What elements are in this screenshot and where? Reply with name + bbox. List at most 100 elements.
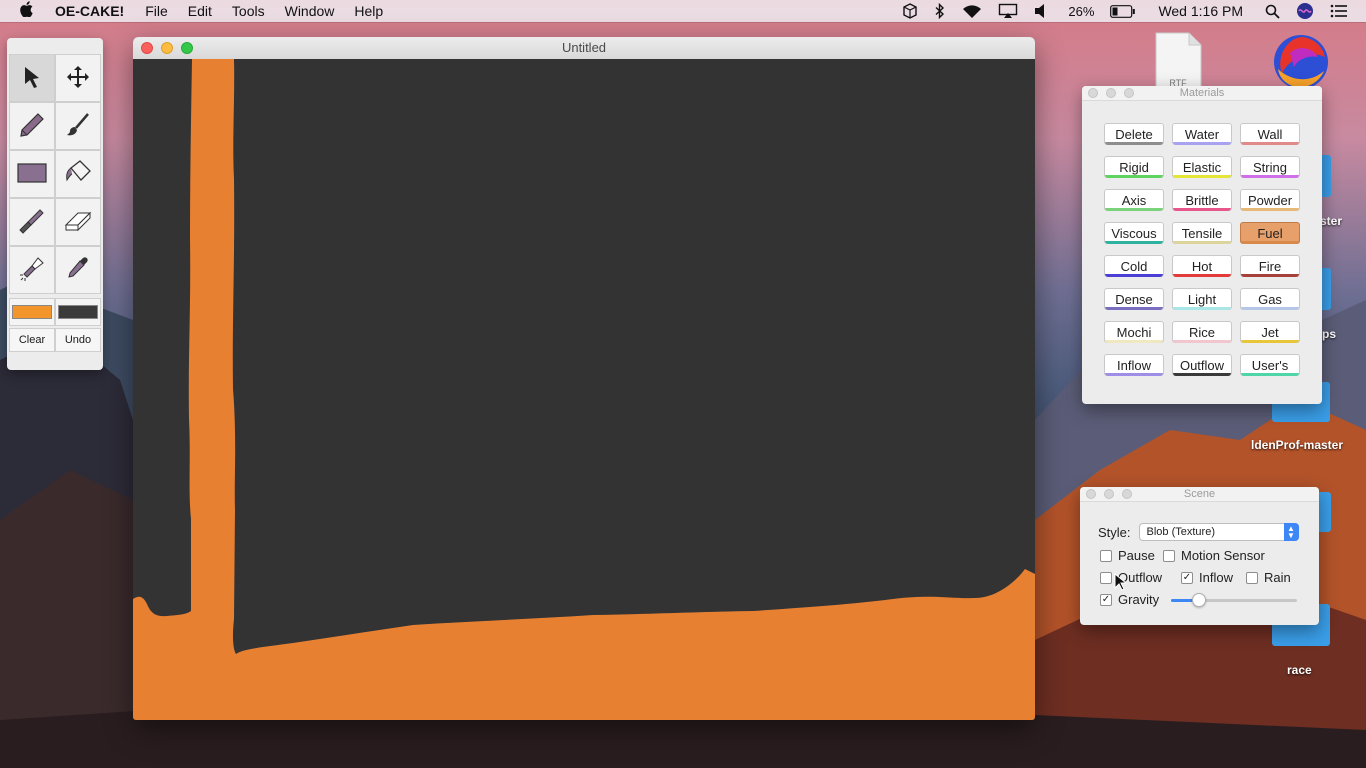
- material-button-viscous[interactable]: Viscous: [1104, 222, 1164, 244]
- desktop-folder-label[interactable]: ster: [1320, 214, 1342, 228]
- menu-edit[interactable]: Edit: [178, 3, 222, 19]
- move-tool[interactable]: [55, 54, 101, 102]
- wifi-icon[interactable]: [954, 4, 990, 19]
- material-button-rice[interactable]: Rice: [1172, 321, 1232, 343]
- material-button-users[interactable]: User's: [1240, 354, 1300, 376]
- material-button-brittle[interactable]: Brittle: [1172, 189, 1232, 211]
- pause-checkbox[interactable]: [1100, 549, 1112, 562]
- fill-bucket-tool[interactable]: [55, 150, 101, 198]
- box-icon[interactable]: [894, 3, 926, 19]
- flashlight-icon: [18, 255, 46, 286]
- style-select[interactable]: Blob (Texture) ▲ ▼: [1138, 523, 1299, 541]
- material-color-bar: [1173, 175, 1231, 178]
- material-button-delete[interactable]: Delete: [1104, 123, 1164, 145]
- material-button-fire[interactable]: Fire: [1240, 255, 1300, 277]
- simulation-canvas[interactable]: [133, 59, 1035, 720]
- material-button-tensile[interactable]: Tensile: [1172, 222, 1232, 244]
- gravity-label: Gravity: [1118, 592, 1160, 607]
- battery-icon[interactable]: [1102, 4, 1144, 18]
- material-label: Cold: [1120, 258, 1148, 274]
- tool-palette-titlebar[interactable]: [7, 38, 103, 52]
- menu-help[interactable]: Help: [344, 3, 393, 19]
- gravity-slider-knob[interactable]: [1191, 593, 1206, 607]
- material-color-bar: [1105, 307, 1163, 310]
- material-color-bar: [1241, 241, 1299, 244]
- material-button-inflow[interactable]: Inflow: [1104, 354, 1164, 376]
- select-tool[interactable]: [9, 54, 55, 102]
- notification-center-icon[interactable]: [1322, 4, 1356, 18]
- material-button-gas[interactable]: Gas: [1240, 288, 1300, 310]
- material-button-fuel[interactable]: Fuel: [1240, 222, 1300, 244]
- zoom-panel-button[interactable]: [1124, 88, 1134, 98]
- gravity-checkbox[interactable]: ✓: [1100, 593, 1112, 606]
- undo-button[interactable]: Undo: [55, 328, 101, 352]
- close-window-button[interactable]: [141, 42, 153, 54]
- secondary-color-swatch[interactable]: [55, 298, 101, 326]
- motion-sensor-checkbox[interactable]: [1163, 549, 1175, 562]
- materials-titlebar[interactable]: Materials: [1082, 86, 1322, 101]
- material-label: Fire: [1258, 258, 1282, 274]
- material-button-light[interactable]: Light: [1172, 288, 1232, 310]
- rain-checkbox[interactable]: [1246, 571, 1258, 584]
- materials-title: Materials: [1179, 87, 1225, 99]
- scene-titlebar[interactable]: Scene: [1080, 487, 1319, 502]
- material-button-mochi[interactable]: Mochi: [1104, 321, 1164, 343]
- battery-percent[interactable]: 26%: [1060, 4, 1102, 19]
- material-color-bar: [1173, 274, 1231, 277]
- pencil-tool[interactable]: [9, 102, 55, 150]
- materials-panel: Materials Delete Water Wall Rigid Elastic Str…: [1082, 86, 1322, 404]
- material-button-hot[interactable]: Hot: [1172, 255, 1232, 277]
- desktop-folder-label[interactable]: ldenProf-master: [1251, 438, 1343, 452]
- eraser-tool[interactable]: [55, 198, 101, 246]
- knife-tool[interactable]: [9, 198, 55, 246]
- gravity-slider[interactable]: [1171, 593, 1297, 607]
- material-button-dense[interactable]: Dense: [1104, 288, 1164, 310]
- primary-color-swatch[interactable]: [9, 298, 55, 326]
- material-button-rigid[interactable]: Rigid: [1104, 156, 1164, 178]
- window-titlebar[interactable]: Untitled: [133, 37, 1035, 60]
- airplay-icon[interactable]: [990, 3, 1026, 19]
- bluetooth-icon[interactable]: [926, 3, 954, 19]
- material-button-string[interactable]: String: [1240, 156, 1300, 178]
- app-menu[interactable]: OE-CAKE!: [44, 3, 135, 19]
- spotlight-search-icon[interactable]: [1257, 4, 1288, 19]
- material-color-bar: [1173, 373, 1231, 376]
- volume-icon[interactable]: [1026, 3, 1060, 19]
- close-panel-button[interactable]: [1088, 88, 1098, 98]
- brush-tool[interactable]: [55, 102, 101, 150]
- outflow-checkbox[interactable]: [1100, 571, 1112, 584]
- material-color-bar: [1173, 142, 1231, 145]
- eyedropper-tool[interactable]: [55, 246, 101, 294]
- close-panel-button[interactable]: [1086, 489, 1096, 499]
- material-button-cold[interactable]: Cold: [1104, 255, 1164, 277]
- menu-tools[interactable]: Tools: [222, 3, 275, 19]
- rectangle-tool[interactable]: [9, 150, 55, 198]
- minimize-panel-button[interactable]: [1106, 88, 1116, 98]
- rtf-file-icon[interactable]: RTF: [1153, 32, 1203, 90]
- minimize-panel-button[interactable]: [1104, 489, 1114, 499]
- menu-window[interactable]: Window: [275, 3, 345, 19]
- tool-palette: Clear Undo: [7, 38, 103, 370]
- apple-menu-icon[interactable]: [16, 0, 38, 22]
- material-button-water[interactable]: Water: [1172, 123, 1232, 145]
- inflow-checkbox[interactable]: ✓: [1181, 571, 1193, 584]
- clear-button[interactable]: Clear: [9, 328, 55, 352]
- material-button-wall[interactable]: Wall: [1240, 123, 1300, 145]
- flashlight-tool[interactable]: [9, 246, 55, 294]
- material-label: Viscous: [1111, 225, 1157, 241]
- browser-app-icon[interactable]: [1272, 33, 1330, 91]
- desktop-folder-label[interactable]: ps: [1322, 327, 1336, 341]
- material-color-bar: [1105, 340, 1163, 343]
- desktop-folder-label[interactable]: race: [1287, 663, 1312, 677]
- material-button-axis[interactable]: Axis: [1104, 189, 1164, 211]
- zoom-panel-button[interactable]: [1122, 489, 1132, 499]
- material-button-elastic[interactable]: Elastic: [1172, 156, 1232, 178]
- zoom-window-button[interactable]: [181, 42, 193, 54]
- siri-icon[interactable]: [1288, 2, 1322, 20]
- material-button-jet[interactable]: Jet: [1240, 321, 1300, 343]
- material-button-powder[interactable]: Powder: [1240, 189, 1300, 211]
- minimize-window-button[interactable]: [161, 42, 173, 54]
- clock[interactable]: Wed 1:16 PM: [1144, 3, 1257, 19]
- menu-file[interactable]: File: [135, 3, 178, 19]
- material-button-outflow[interactable]: Outflow: [1172, 354, 1232, 376]
